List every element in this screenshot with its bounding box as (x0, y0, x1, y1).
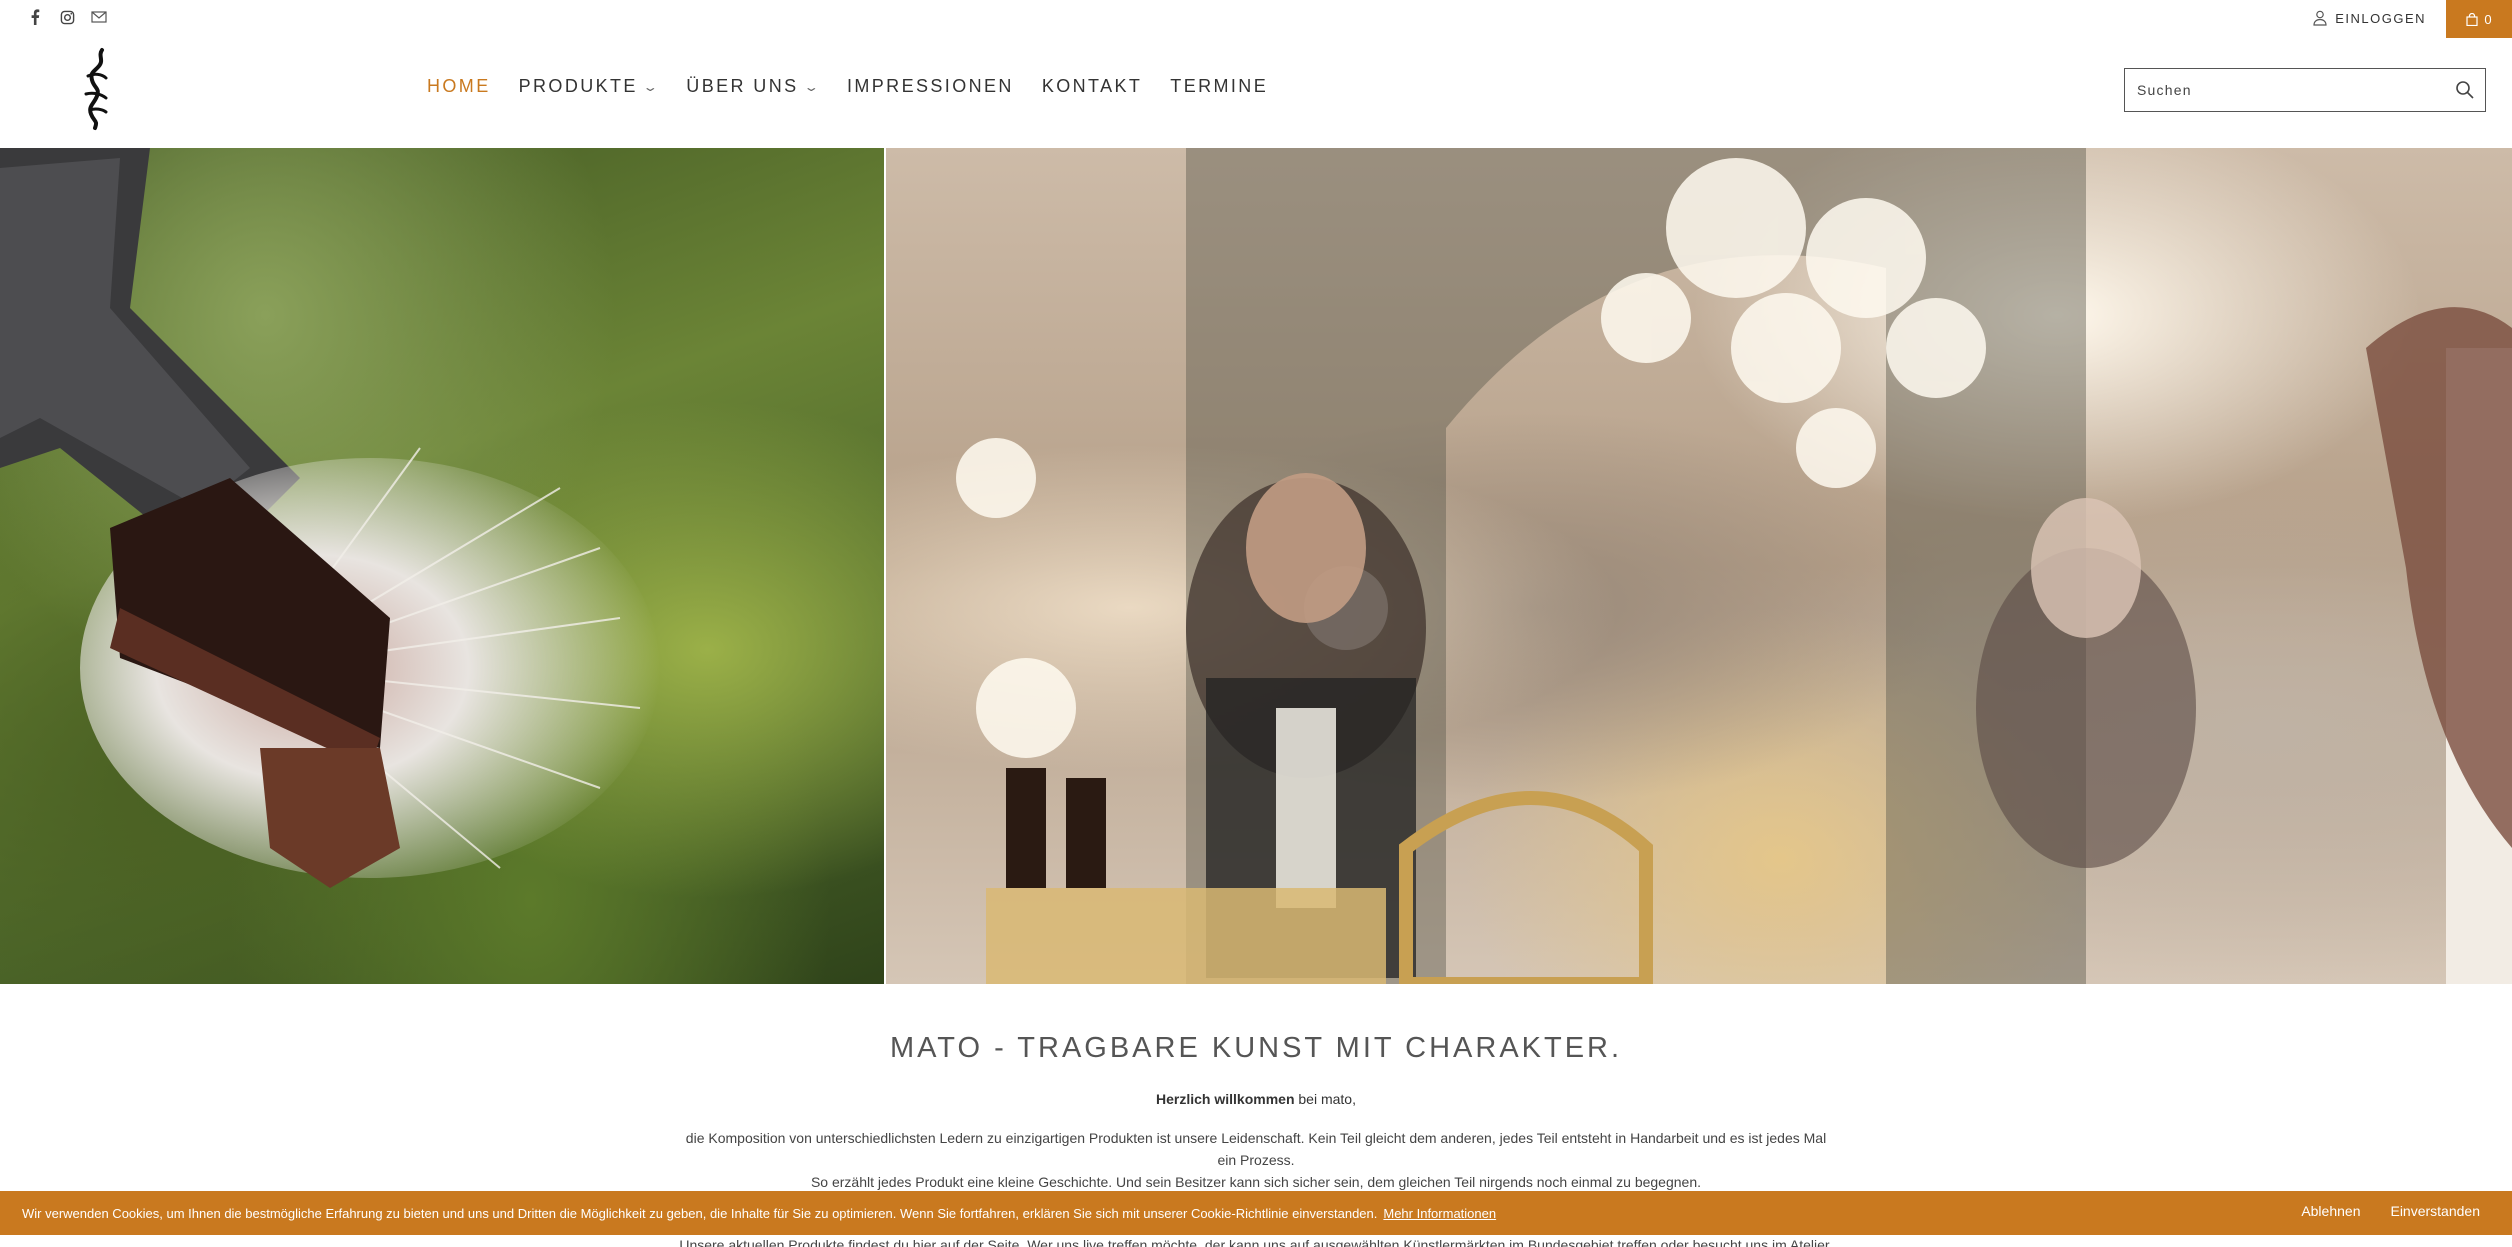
cookie-accept-button[interactable]: Einverstanden (2390, 1203, 2480, 1219)
cookie-banner: Wir verwenden Cookies, um Ihnen die best… (0, 1191, 2512, 1235)
top-utility-bar: EINLOGGEN 0 (0, 0, 2512, 38)
intro-paragraph-3: Unsere aktuellen Produkte findest du hie… (679, 1237, 1833, 1247)
site-logo[interactable] (80, 46, 114, 134)
nav-item-kontakt[interactable]: KONTAKT (1042, 76, 1142, 97)
cart-bag-icon (2466, 12, 2478, 26)
cart-count: 0 (2484, 11, 2492, 27)
cookie-buttons: Ablehnen Einverstanden (2301, 1203, 2480, 1219)
welcome-rest: bei mato, (1294, 1091, 1356, 1107)
hero-banner (0, 148, 2512, 984)
search-box (2124, 68, 2486, 112)
login-label: EINLOGGEN (2335, 10, 2426, 26)
user-icon (2313, 10, 2327, 26)
chevron-down-icon: ⌄ (642, 79, 663, 94)
search-input[interactable] (2137, 82, 2437, 98)
nav-label: HOME (427, 76, 491, 96)
facebook-icon[interactable] (26, 8, 44, 26)
welcome-text: Herzlich willkommen bei mato, (0, 1091, 2512, 1107)
intro-section: MATO - TRAGBARE KUNST MIT CHARAKTER. Her… (0, 1032, 2512, 1193)
nav-item-home[interactable]: HOME (427, 76, 491, 97)
nav-item-ueber-uns[interactable]: ÜBER UNS ⌄ (686, 76, 819, 97)
instagram-icon[interactable] (58, 8, 76, 26)
nav-item-impressionen[interactable]: IMPRESSIONEN (847, 76, 1014, 97)
nav-label: TERMINE (1170, 76, 1269, 96)
nav-item-produkte[interactable]: PRODUKTE ⌄ (519, 76, 659, 97)
cookie-more-info-link[interactable]: Mehr Informationen (1383, 1206, 1496, 1221)
hero-image-bar-scene[interactable] (886, 148, 2512, 984)
nav-label: IMPRESSIONEN (846, 76, 1014, 96)
mail-icon[interactable] (90, 8, 108, 26)
cookie-text: Wir verwenden Cookies, um Ihnen die best… (22, 1205, 1378, 1221)
social-links (26, 8, 108, 26)
intro-paragraph-2: So erzählt jedes Produkt eine kleine Ges… (810, 1174, 1702, 1190)
cart-button[interactable]: 0 (2446, 0, 2512, 38)
nav-label: ÜBER UNS (686, 76, 799, 96)
nav-label: KONTAKT (1041, 76, 1143, 96)
login-link[interactable]: EINLOGGEN (2313, 10, 2426, 26)
search-icon[interactable] (2455, 80, 2475, 100)
chevron-down-icon: ⌄ (802, 79, 823, 94)
nav-label: PRODUKTE (518, 76, 638, 96)
nav-item-termine[interactable]: TERMINE (1170, 76, 1268, 97)
welcome-bold: Herzlich willkommen (1156, 1091, 1295, 1107)
intro-paragraph-1: die Komposition von unterschiedlichsten … (685, 1130, 1827, 1168)
hero-image-fur-bag[interactable] (0, 148, 884, 984)
main-navigation: HOME PRODUKTE ⌄ ÜBER UNS ⌄ IMPRESSIONEN KO… (427, 76, 1268, 97)
page-headline: MATO - TRAGBARE KUNST MIT CHARAKTER. (889, 1032, 1623, 1064)
cookie-decline-button[interactable]: Ablehnen (2301, 1203, 2360, 1219)
